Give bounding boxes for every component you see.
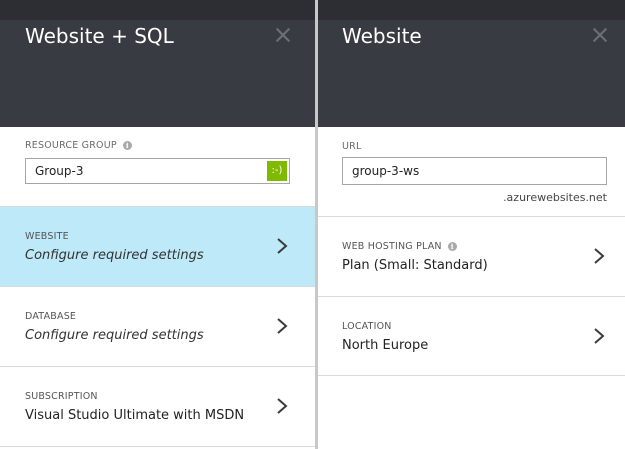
blade-title: Website + SQL <box>25 24 174 48</box>
chevron-right-icon <box>594 328 605 344</box>
info-icon[interactable]: i <box>447 242 457 251</box>
subscription-row[interactable]: SUBSCRIPTION Visual Studio Ultimate with… <box>0 366 315 446</box>
row-divider <box>0 446 315 447</box>
resource-group-label-wrap: RESOURCE GROUP i <box>25 140 132 151</box>
url-suffix: .azurewebsites.net <box>503 191 607 204</box>
resource-group-value: Group-3 <box>35 164 84 178</box>
valid-smiley-icon: :-) <box>267 161 287 181</box>
web-hosting-plan-value: Plan (Small: Standard) <box>342 258 488 273</box>
blade-title: Website <box>342 24 422 48</box>
location-row-value: North Europe <box>342 338 429 353</box>
database-row-value: Configure required settings <box>25 328 204 343</box>
close-icon[interactable] <box>274 26 292 44</box>
location-row[interactable]: LOCATION North Europe <box>318 296 625 376</box>
url-label: URL <box>342 141 362 152</box>
info-icon[interactable]: i <box>122 141 132 150</box>
subscription-row-value: Visual Studio Ultimate with MSDN <box>25 408 245 423</box>
row-divider <box>318 375 625 376</box>
website-row-label: WEBSITE <box>25 231 69 242</box>
subscription-row-label: SUBSCRIPTION <box>25 391 98 402</box>
chevron-right-icon <box>277 318 288 334</box>
close-icon[interactable] <box>591 26 609 44</box>
web-hosting-plan-label: WEB HOSTING PLAN <box>342 241 442 252</box>
blade-header-top <box>318 0 625 20</box>
resource-group-input[interactable]: Group-3 :-) <box>25 158 290 184</box>
blade-header-top <box>0 0 315 20</box>
url-input[interactable]: group-3-ws <box>342 157 607 185</box>
website-blade: Website URL group-3-ws .azurewebsites.ne… <box>318 0 625 449</box>
portal-stage: Website + SQL RESOURCE GROUP i Group-3 :-… <box>0 0 625 449</box>
url-value: group-3-ws <box>352 164 420 178</box>
resource-group-label: RESOURCE GROUP <box>25 140 117 151</box>
database-row[interactable]: DATABASE Configure required settings <box>0 286 315 366</box>
blade-header: Website <box>318 0 625 127</box>
website-sql-blade: Website + SQL RESOURCE GROUP i Group-3 :-… <box>0 0 315 449</box>
blade-header: Website + SQL <box>0 0 315 127</box>
website-row[interactable]: WEBSITE Configure required settings <box>0 206 315 286</box>
database-row-label: DATABASE <box>25 311 77 322</box>
web-hosting-plan-row[interactable]: WEB HOSTING PLAN i Plan (Small: Standard) <box>318 216 625 296</box>
chevron-right-icon <box>277 398 288 414</box>
website-row-value: Configure required settings <box>25 248 204 263</box>
location-row-label: LOCATION <box>342 321 392 332</box>
chevron-right-icon <box>594 248 605 264</box>
chevron-right-icon <box>277 238 288 254</box>
web-hosting-plan-label-wrap: WEB HOSTING PLAN i <box>342 241 457 252</box>
